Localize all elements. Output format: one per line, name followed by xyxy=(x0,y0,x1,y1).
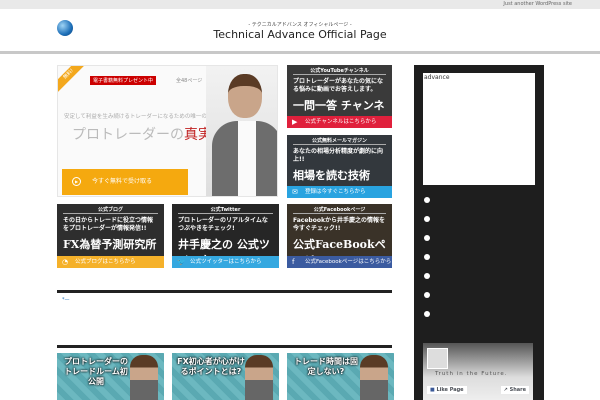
like-page-button[interactable]: ■ Like Page xyxy=(427,386,467,394)
card-body: その日からトレードに役立つ情報をプロトレーダーが情報発信!! xyxy=(63,217,154,232)
cta-button[interactable]: ▶ 今すぐ無料で受け取る xyxy=(62,169,188,195)
banner-lead: 安定して利益を生み続けるトレーダーになるための唯一の方法 xyxy=(64,114,218,120)
card-body: Facebookから井手慶之の情報を今すぐチェック!! xyxy=(293,217,385,232)
card-link[interactable]: ◔ 公式ブログはこちらから xyxy=(57,256,164,268)
card-heading: 公式YouTubeチャンネル xyxy=(293,65,386,75)
ebook-label: 電子書籍無料プレゼント中 xyxy=(90,76,157,85)
card-link-label: 公式ツイッターはこちらから xyxy=(190,259,262,265)
card-link[interactable]: ✉ 登録は今すぐこちらから xyxy=(287,186,392,198)
thumb-title: トレード時間は固定しない? xyxy=(294,357,358,376)
thumb-title: FX初心者が心がけるポイントとは? xyxy=(177,357,245,376)
author-photo xyxy=(130,355,158,400)
free-ribbon: 無料! xyxy=(58,66,90,96)
list-bullet xyxy=(424,235,430,241)
cta-label: 今すぐ無料で受け取る xyxy=(92,178,153,185)
list-bullet xyxy=(424,197,430,203)
banner-headline: プロトレーダーの真実 xyxy=(72,124,212,144)
card-body: プロトレーダーのリアルタイムなつぶやきをチェック! xyxy=(178,217,268,232)
card-body: プロトレーダーがあなたの気になる悩みに動画でお答えします。 xyxy=(293,78,384,93)
card-heading: 公式ブログ xyxy=(63,204,158,214)
card-link-label: 登録は今すぐこちらから xyxy=(305,189,366,195)
play-icon: ▶ xyxy=(72,177,81,186)
card-link-label: 公式チャンネルはこちらから xyxy=(305,119,377,125)
list-bullet xyxy=(424,292,430,298)
profile-photo xyxy=(427,348,448,369)
ebook-banner[interactable]: 無料! 電子書籍無料プレゼント中 全48ページ 安定して利益を生み続けるトレーダ… xyxy=(57,65,278,197)
card-link-label: 公式Facebookページはこちらから xyxy=(305,259,392,265)
card-link[interactable]: 🐦 公式ツイッターはこちらから xyxy=(172,256,279,268)
card-link[interactable]: f 公式Facebookページはこちらから xyxy=(287,256,392,268)
section-divider xyxy=(57,345,392,348)
card-title: FX為替予測研究所 xyxy=(63,238,157,251)
section-divider xyxy=(57,290,392,293)
thumb-title: プロトレーダーのトレードルーム初公開 xyxy=(64,357,128,386)
video-thumb[interactable]: FX初心者が心がけるポイントとは? xyxy=(172,353,279,400)
facebook-icon: f xyxy=(292,258,295,266)
twitter-icon: 🐦 xyxy=(177,258,186,266)
list-bullet xyxy=(424,216,430,222)
sidebar: advance Truth in the Future. ■ Like Page… xyxy=(414,65,544,400)
video-thumb[interactable]: トレード時間は固定しない? xyxy=(287,353,394,400)
author-photo xyxy=(245,355,273,400)
list-bullet xyxy=(424,273,430,279)
share-button[interactable]: ↗ Share xyxy=(500,386,529,394)
promo-card[interactable]: 公式ブログ その日からトレードに役立つ情報をプロトレーダーが情報発信!! FX為… xyxy=(57,204,164,268)
youtube-icon: ▶ xyxy=(292,118,298,126)
card-heading: 公式Facebookページ xyxy=(293,204,386,214)
author-photo xyxy=(206,66,277,196)
promo-card[interactable]: 公式YouTubeチャンネル プロトレーダーがあなたの気になる悩みに動画でお答え… xyxy=(287,65,392,128)
headline-text: プロトレーダーの xyxy=(72,127,184,143)
site-subtitle: - テクニカルアドバンス オフィシャルページ - xyxy=(248,22,352,28)
card-link[interactable]: ▶ 公式チャンネルはこちらから xyxy=(287,116,392,128)
like-label: Like Page xyxy=(436,387,464,393)
card-body: あなたの相場分析精度が劇的に向上!! xyxy=(293,148,384,163)
author-photo xyxy=(360,355,388,400)
site-title[interactable]: Technical Advance Official Page xyxy=(0,28,600,41)
video-thumb[interactable]: プロトレーダーのトレードルーム初公開 xyxy=(57,353,164,400)
share-label: Share xyxy=(509,387,526,393)
rss-icon: ◔ xyxy=(62,258,69,266)
card-link-label: 公式ブログはこちらから xyxy=(75,259,136,265)
list-bullet xyxy=(424,311,430,317)
promo-card[interactable]: 公式Facebookページ Facebookから井手慶之の情報を今すぐチェック!… xyxy=(287,204,392,268)
promo-card[interactable]: 公式無料メールマガジン あなたの相場分析精度が劇的に向上!! 相場を読む技術 ✉… xyxy=(287,135,392,198)
fb-cover-text: Truth in the Future. xyxy=(435,371,508,377)
promo-card[interactable]: 公式Twitter プロトレーダーのリアルタイムなつぶやきをチェック! 井手慶之… xyxy=(172,204,279,268)
card-heading: 公式Twitter xyxy=(178,204,273,214)
facebook-page-widget[interactable]: Truth in the Future. ■ Like Page ↗ Share xyxy=(423,343,533,400)
site-tagline: Just another WordPress site xyxy=(503,1,572,7)
list-bullet xyxy=(424,254,430,260)
text-widget: advance xyxy=(423,73,535,185)
card-title: 相場を読む技術 xyxy=(293,169,370,182)
mail-icon: ✉ xyxy=(292,188,298,196)
page-count: 全48ページ xyxy=(176,78,203,84)
card-heading: 公式無料メールマガジン xyxy=(293,135,386,145)
small-link[interactable]: *— xyxy=(62,297,70,303)
top-bar: Just another WordPress site xyxy=(0,0,600,9)
